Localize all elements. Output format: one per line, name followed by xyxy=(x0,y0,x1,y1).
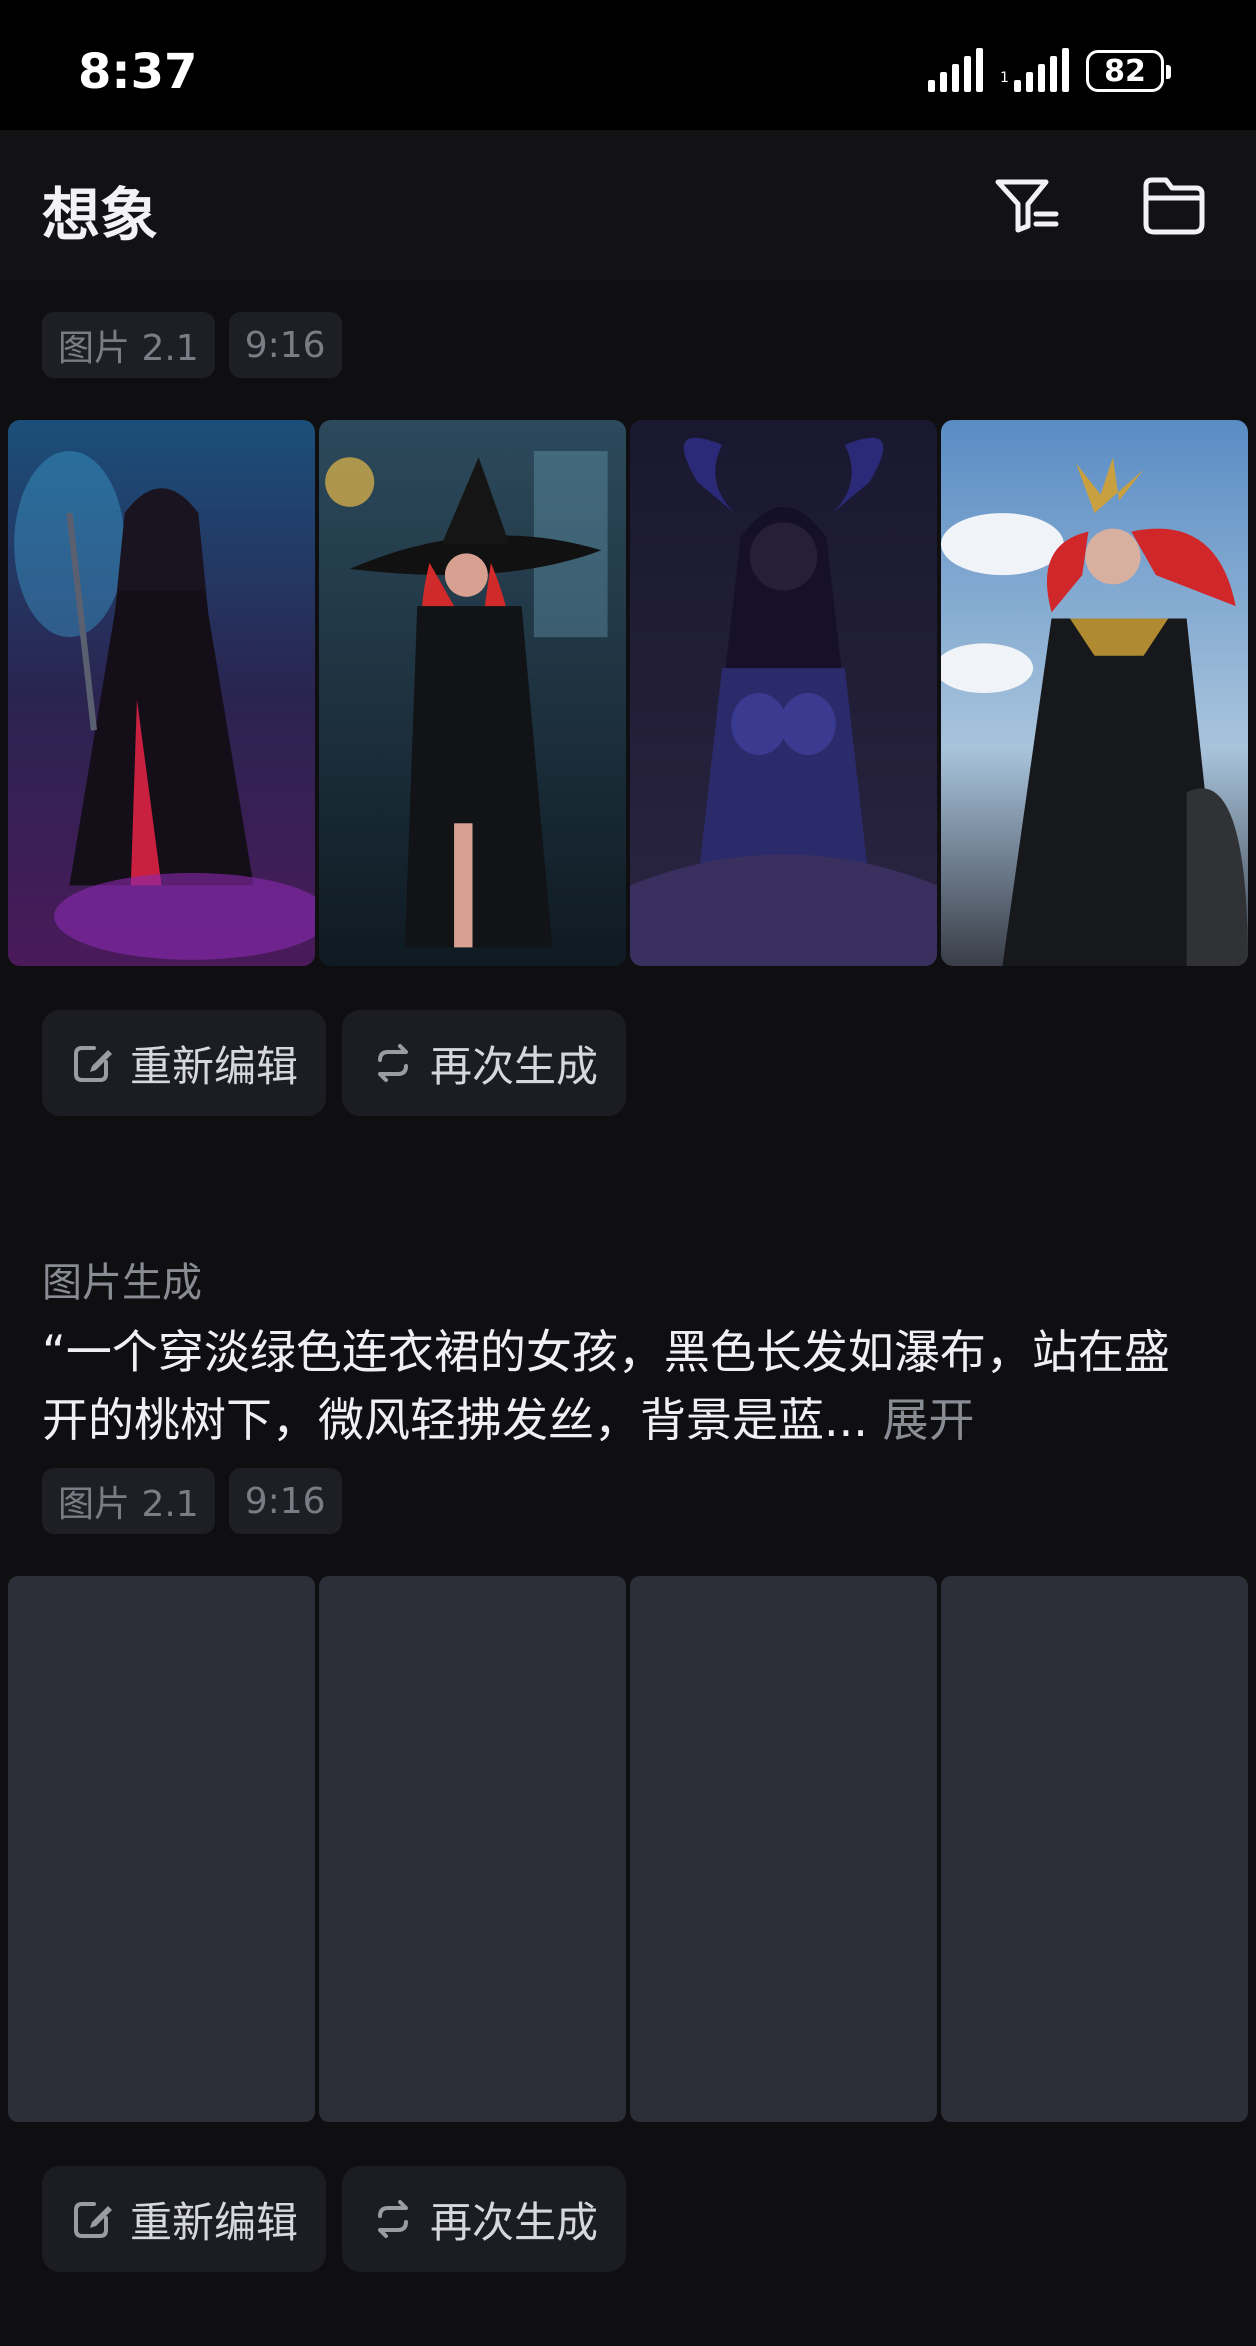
folder-icon xyxy=(1143,177,1205,235)
app-header xyxy=(0,130,1256,280)
battery-indicator: 82 xyxy=(1086,50,1171,92)
page-title: 想象 xyxy=(42,181,159,249)
expand-link[interactable]: 展开 xyxy=(883,1393,975,1447)
edit-icon xyxy=(74,2202,112,2238)
re-edit-label: 重新编辑 xyxy=(130,2197,299,2247)
status-bar: 8:37 1 82 xyxy=(0,0,1256,130)
model-tag: 图片 2.1 xyxy=(42,1468,215,1534)
edit-icon xyxy=(74,1046,112,1082)
image-placeholder xyxy=(8,1576,315,2122)
regenerate-icon xyxy=(378,2200,409,2238)
prompt-body: “一个穿淡绿色连衣裙的女孩，黑色长发如瀑布，站在盛开的桃树下，微风轻拂发丝，背景… xyxy=(42,1325,1170,1447)
prompt-text: “一个穿淡绿色连衣裙的女孩，黑色长发如瀑布，站在盛开的桃树下，微风轻拂发丝，背景… xyxy=(42,1318,1212,1454)
image-placeholder xyxy=(630,1576,937,2122)
result-actions: 重新编辑 再次生成 xyxy=(42,1010,627,1116)
image-grid xyxy=(8,420,1248,966)
image-placeholder xyxy=(319,1576,626,2122)
model-tag: 图片 2.1 xyxy=(42,312,215,378)
status-time: 8:37 xyxy=(78,44,198,100)
result-tags: 图片 2.1 9:16 xyxy=(42,312,342,378)
ratio-tag: 9:16 xyxy=(228,1468,342,1534)
signal-label: 1 xyxy=(1000,70,1009,86)
generated-image[interactable] xyxy=(941,420,1248,966)
generated-image[interactable] xyxy=(630,420,937,966)
regenerate-label: 再次生成 xyxy=(430,2197,599,2247)
result-actions: 重新编辑 再次生成 xyxy=(42,2166,627,2272)
folder-button[interactable] xyxy=(1138,170,1210,242)
image-grid-loading xyxy=(8,1576,1248,2122)
re-edit-button[interactable]: 重新编辑 xyxy=(42,2166,327,2272)
regenerate-button[interactable]: 再次生成 xyxy=(342,1010,627,1116)
image-placeholder xyxy=(941,1576,1248,2122)
filter-button[interactable] xyxy=(990,170,1062,242)
generated-image[interactable] xyxy=(8,420,315,966)
signal-icon-secondary: 1 xyxy=(1000,48,1069,92)
ratio-tag: 9:16 xyxy=(228,312,342,378)
result-tags: 图片 2.1 9:16 xyxy=(42,1468,342,1534)
regenerate-icon xyxy=(378,1044,409,1082)
generated-image[interactable] xyxy=(319,420,626,966)
regenerate-button[interactable]: 再次生成 xyxy=(342,2166,627,2272)
regenerate-label: 再次生成 xyxy=(430,1041,599,1091)
re-edit-button[interactable]: 重新编辑 xyxy=(42,1010,327,1116)
filter-icon xyxy=(995,179,1059,233)
re-edit-label: 重新编辑 xyxy=(130,1041,299,1091)
signal-icon xyxy=(928,48,983,92)
section-label: 图片生成 xyxy=(42,1260,202,1306)
